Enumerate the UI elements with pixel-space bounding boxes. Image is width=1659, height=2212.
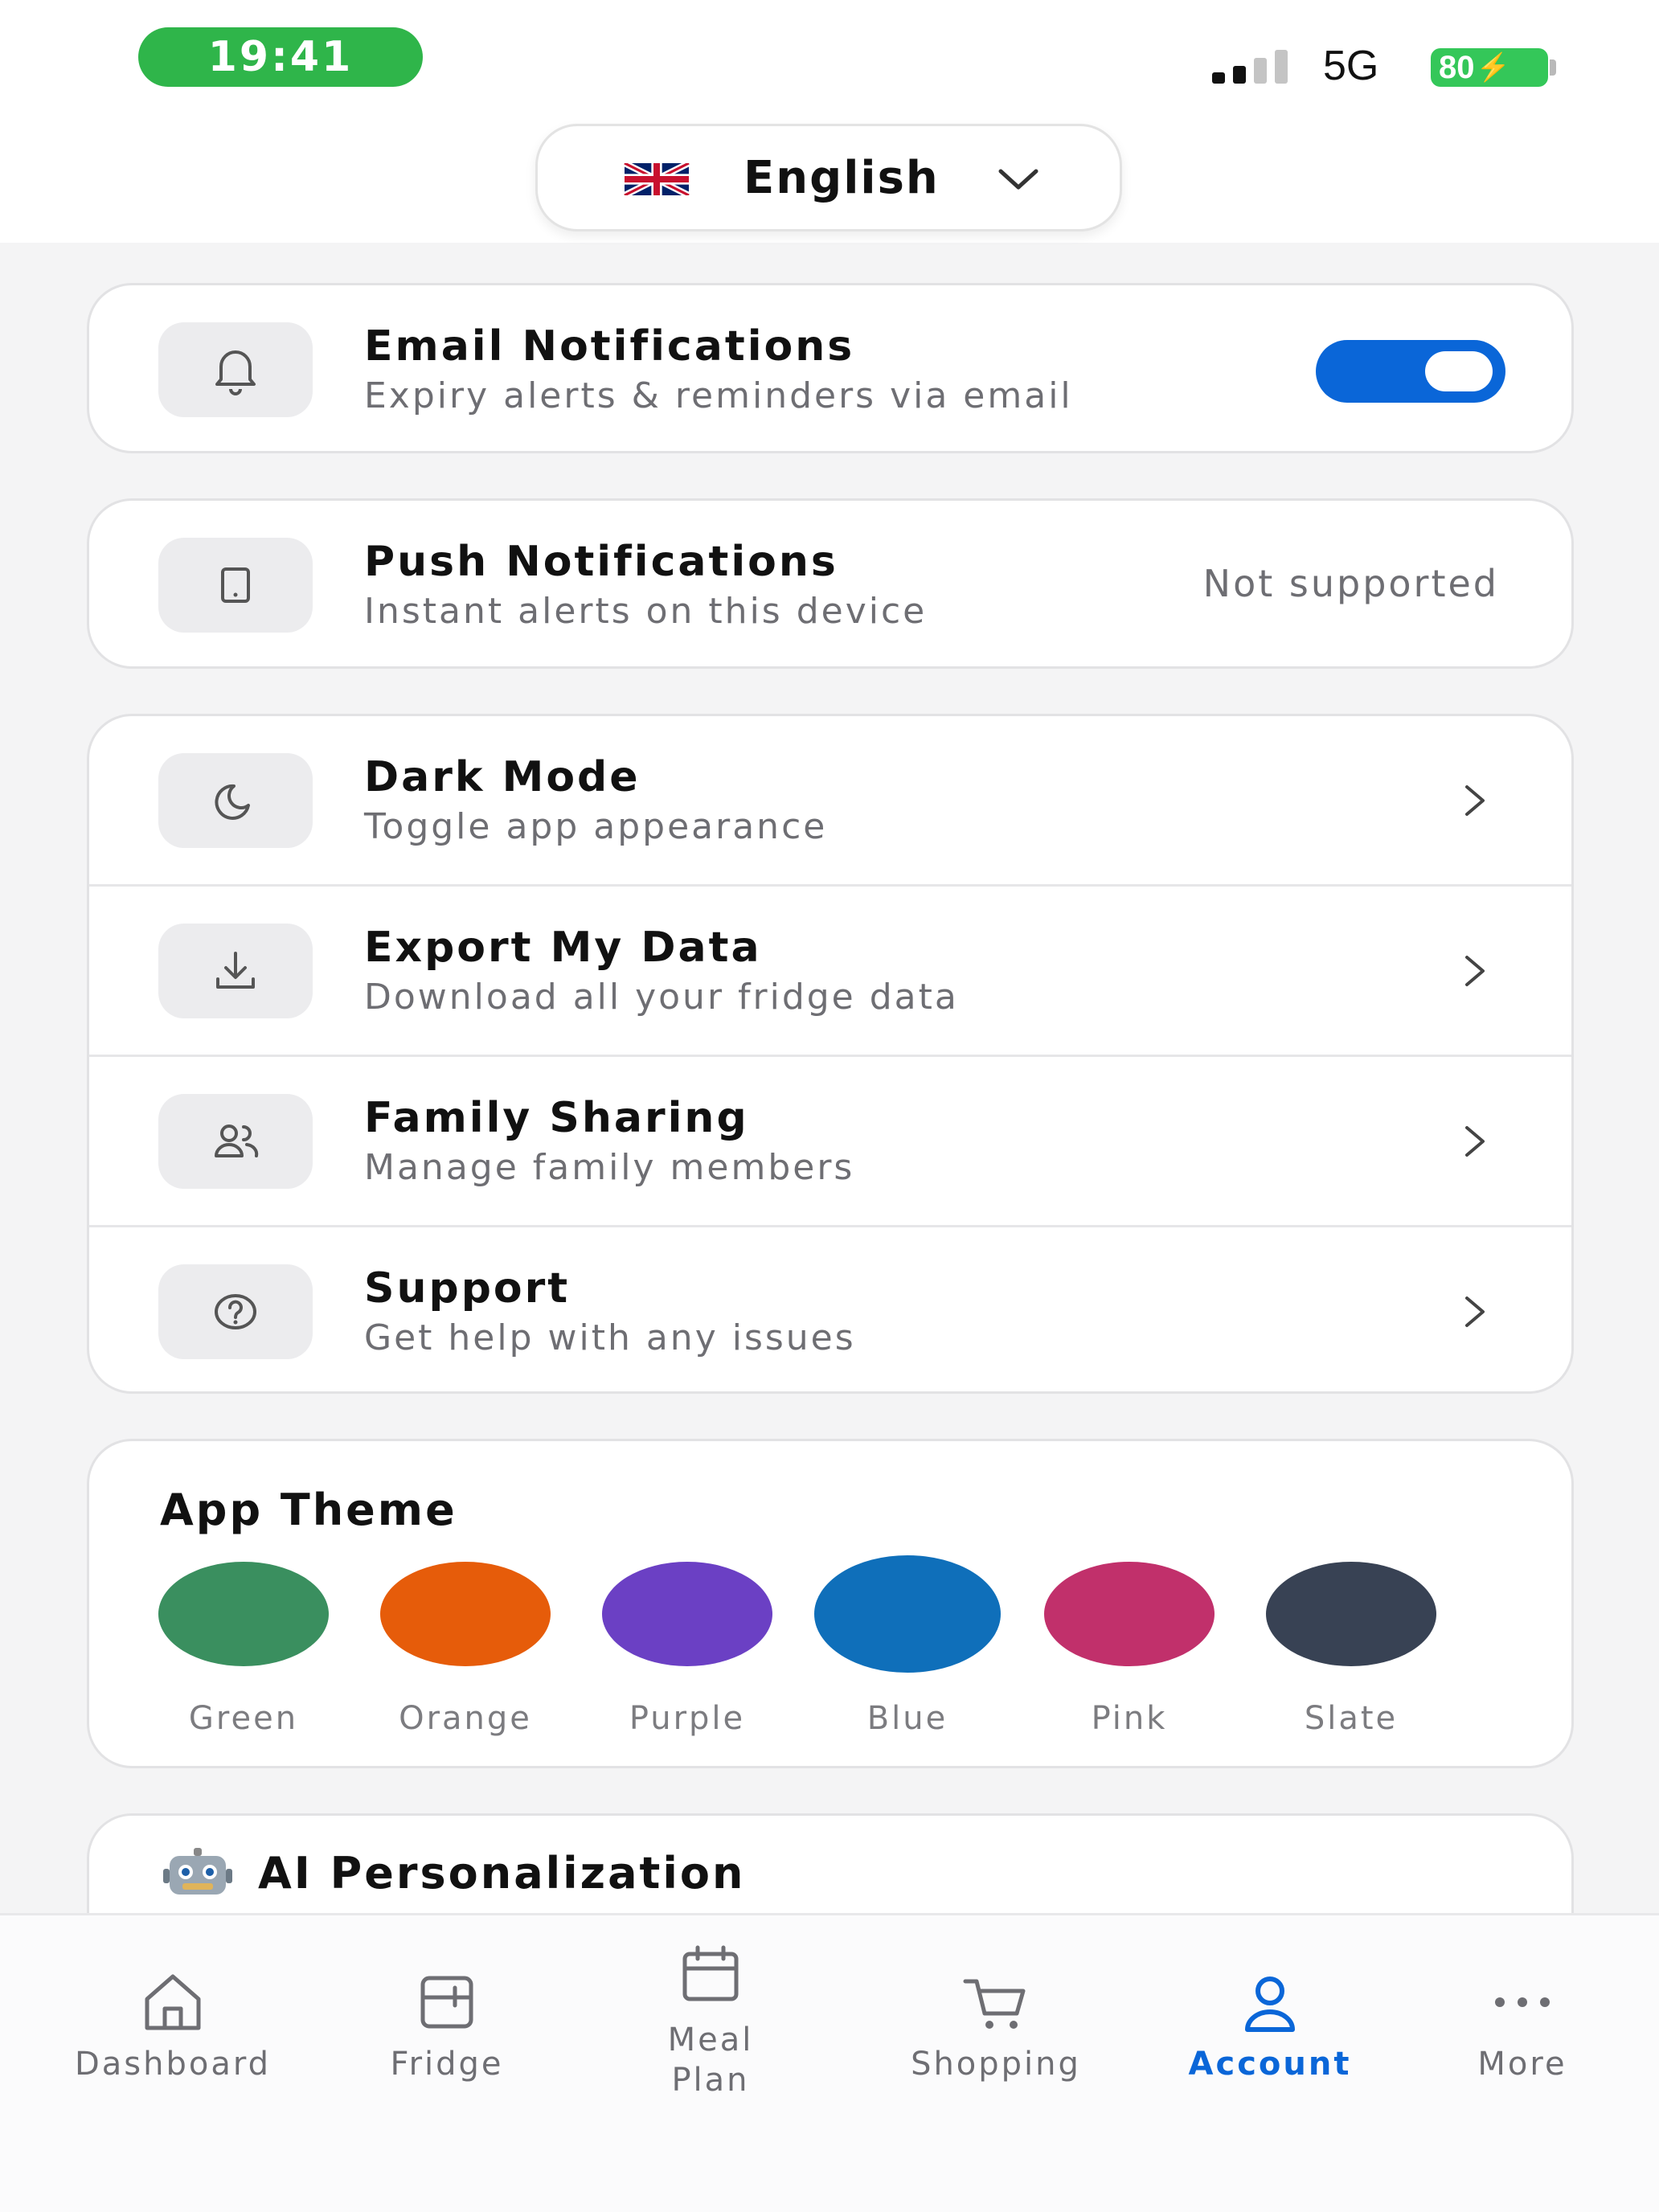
email-notifications-toggle[interactable] <box>1316 340 1505 403</box>
battery-percent: 80 <box>1439 49 1475 85</box>
tab-fridge[interactable]: Fridge <box>346 1915 548 2157</box>
tab-label: Shopping <box>911 2046 1081 2083</box>
toggle-knob <box>1425 351 1493 391</box>
settings-item-support[interactable]: Support Get help with any issues <box>89 1227 1571 1391</box>
theme-swatch-blue[interactable] <box>814 1555 1001 1673</box>
theme-swatch-pink[interactable] <box>1044 1562 1215 1666</box>
tab-label: Dashboard <box>74 2046 271 2083</box>
app-theme-card: App Theme Green Orange Purple Blue Pink … <box>87 1439 1574 1768</box>
tab-more[interactable]: More <box>1444 1915 1601 2157</box>
user-icon <box>1245 1976 1295 2032</box>
theme-label: Blue <box>866 1700 948 1737</box>
bottom-tab-bar: Dashboard Fridge Meal Plan Shopping Acco… <box>0 1913 1659 2212</box>
robot-icon <box>163 1848 232 1895</box>
cart-icon <box>963 1979 1026 2029</box>
email-notifications-card: Email Notifications Expiry alerts & remi… <box>87 283 1574 453</box>
users-icon <box>158 1094 313 1189</box>
settings-item-subtitle: Download all your fridge data <box>364 977 959 1018</box>
settings-item-subtitle: Manage family members <box>364 1147 855 1188</box>
chevron-right-icon <box>1465 1126 1485 1157</box>
settings-item-title: Export My Data <box>364 924 762 972</box>
theme-label: Purple <box>629 1700 746 1737</box>
email-notifications-title: Email Notifications <box>364 322 855 371</box>
moon-icon <box>158 753 313 848</box>
email-notifications-subtitle: Expiry alerts & reminders via email <box>364 375 1073 416</box>
more-dots-icon <box>1495 1997 1550 2007</box>
settings-item-subtitle: Toggle app appearance <box>364 806 828 847</box>
bell-icon <box>158 322 313 417</box>
theme-swatch-purple[interactable] <box>602 1562 772 1666</box>
push-notifications-title: Push Notifications <box>364 538 838 586</box>
header: 19:41 5G 80 ⚡ English <box>0 0 1659 243</box>
network-type: 5G <box>1323 43 1379 89</box>
tablet-icon <box>158 538 313 633</box>
settings-item-title: Support <box>364 1264 571 1313</box>
push-notifications-card: Push Notifications Instant alerts on thi… <box>87 498 1574 669</box>
battery-cap <box>1550 59 1556 76</box>
fridge-icon <box>420 1976 473 2029</box>
language-selector[interactable]: English <box>535 124 1122 231</box>
theme-label: Pink <box>1091 1700 1168 1737</box>
settings-item-subtitle: Get help with any issues <box>364 1317 856 1358</box>
tab-meal-plan[interactable]: Meal Plan <box>608 1915 813 2157</box>
language-label: English <box>743 152 940 204</box>
push-notifications-subtitle: Instant alerts on this device <box>364 591 928 632</box>
ai-personalization-title: AI Personalization <box>258 1848 746 1899</box>
theme-swatch-green[interactable] <box>158 1562 329 1666</box>
app-theme-title: App Theme <box>160 1485 457 1535</box>
chevron-right-icon <box>1465 1296 1485 1327</box>
help-circle-icon <box>158 1264 313 1359</box>
theme-label: Slate <box>1304 1700 1399 1737</box>
home-icon <box>145 1974 201 2030</box>
signal-icon <box>1212 50 1288 84</box>
tab-shopping[interactable]: Shopping <box>887 1915 1104 2157</box>
status-time: 19:41 <box>138 27 423 87</box>
settings-item-title: Family Sharing <box>364 1094 749 1142</box>
push-status: Not supported <box>1202 562 1499 605</box>
chevron-down-icon <box>998 169 1038 190</box>
charging-bolt-icon: ⚡ <box>1476 52 1510 83</box>
tab-label: Fridge <box>390 2046 504 2083</box>
tab-label: Account <box>1188 2046 1352 2083</box>
tab-label: More <box>1477 2046 1567 2083</box>
tab-dashboard[interactable]: Dashboard <box>59 1915 286 2157</box>
tab-account[interactable]: Account <box>1167 1915 1373 2157</box>
chevron-right-icon <box>1465 785 1485 816</box>
theme-swatch-orange[interactable] <box>380 1562 551 1666</box>
uk-flag-icon <box>623 163 690 195</box>
push-notifications-row[interactable]: Push Notifications Instant alerts on thi… <box>89 501 1571 666</box>
settings-item-export[interactable]: Export My Data Download all your fridge … <box>89 887 1571 1057</box>
settings-list-card: Dark Mode Toggle app appearance Export M… <box>87 714 1574 1394</box>
tab-label: Meal Plan <box>667 2022 754 2099</box>
chevron-right-icon <box>1465 956 1485 986</box>
theme-swatch-slate[interactable] <box>1266 1562 1436 1666</box>
email-notifications-row[interactable]: Email Notifications Expiry alerts & remi… <box>89 285 1571 451</box>
theme-label: Orange <box>399 1700 532 1737</box>
settings-item-dark-mode[interactable]: Dark Mode Toggle app appearance <box>89 716 1571 887</box>
theme-label: Green <box>188 1700 299 1737</box>
battery-level: 80 ⚡ <box>1431 48 1548 87</box>
settings-item-title: Dark Mode <box>364 753 641 801</box>
calendar-icon <box>682 1945 739 2001</box>
download-icon <box>158 924 313 1018</box>
settings-item-family-sharing[interactable]: Family Sharing Manage family members <box>89 1057 1571 1227</box>
